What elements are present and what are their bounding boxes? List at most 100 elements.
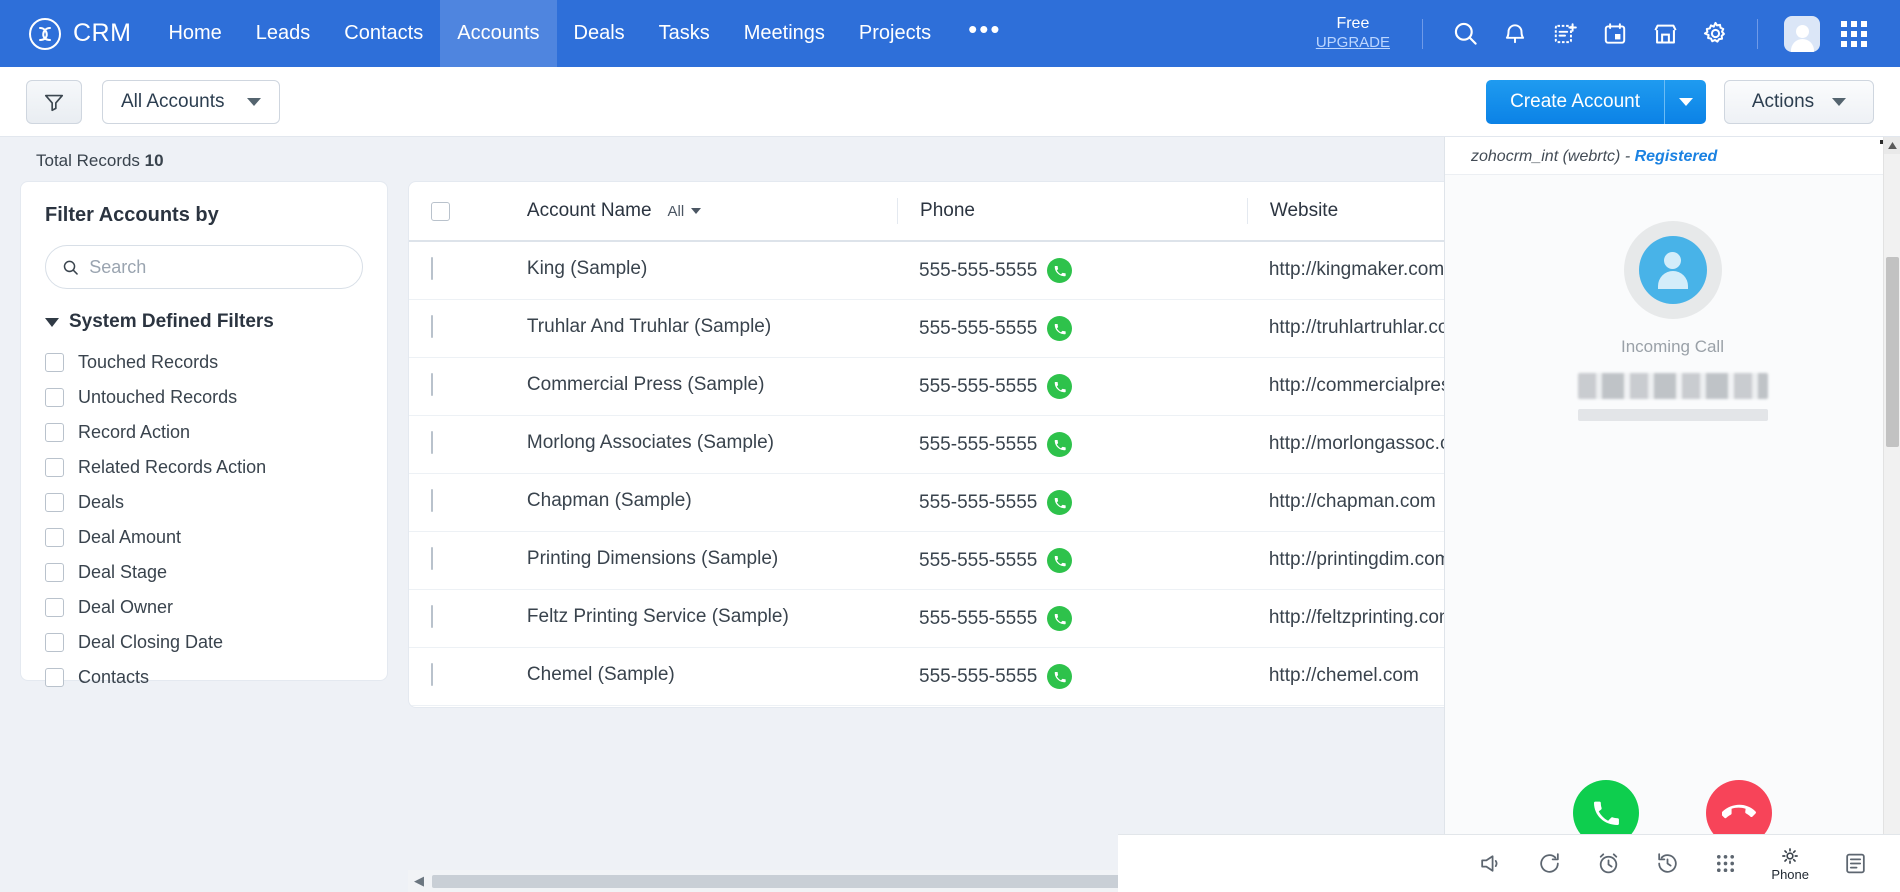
column-header-phone[interactable]: Phone [897,182,1247,242]
alarm-icon[interactable] [1596,851,1621,876]
nav-item-home[interactable]: Home [151,0,238,67]
marketplace-icon[interactable] [1641,10,1689,58]
funnel-icon[interactable] [26,79,82,124]
account-name-cell[interactable]: Chemel (Sample) [504,647,898,706]
filter-item[interactable]: Record Action [45,415,363,450]
account-name-cell[interactable]: Commercial Press (Sample) [504,357,898,416]
announcement-icon[interactable] [1478,851,1503,876]
account-name-cell[interactable]: Truhlar And Truhlar (Sample) [504,299,898,358]
filter-item[interactable]: Untouched Records [45,380,363,415]
call-button[interactable] [1047,316,1073,341]
filter-checkbox[interactable] [45,598,64,617]
brand-logo-group[interactable]: CRM [0,0,151,67]
call-button[interactable] [1047,664,1073,689]
account-name-cell[interactable]: Chapman (Sample) [504,473,898,532]
call-button[interactable] [1047,258,1073,283]
dialpad-icon[interactable] [1714,852,1737,875]
filter-checkbox[interactable] [45,668,64,687]
search-input[interactable] [89,256,346,278]
row-checkbox[interactable] [431,605,433,628]
filter-search[interactable] [45,245,363,289]
account-name-link[interactable]: Commercial Press (Sample) [505,374,897,396]
filter-checkbox[interactable] [45,458,64,477]
filter-item[interactable]: Deal Closing Date [45,625,363,660]
nav-item-leads[interactable]: Leads [239,0,328,67]
account-name-link[interactable]: Morlong Associates (Sample) [505,432,897,454]
account-name-link[interactable]: Chapman (Sample) [505,490,897,512]
column-header-account-name[interactable]: Account Name All [504,182,898,242]
view-selector[interactable]: All Accounts [102,79,280,124]
table-row[interactable]: Chapman (Sample) 555-555-5555 http://chapm… [409,473,1529,532]
nav-item-deals[interactable]: Deals [557,0,642,67]
row-checkbox[interactable] [431,547,433,570]
filter-checkbox[interactable] [45,388,64,407]
filter-item[interactable]: Deals [45,485,363,520]
row-checkbox[interactable] [431,489,433,512]
account-name-link[interactable]: King (Sample) [505,258,897,280]
softphone-scrollbar-thumb[interactable] [1886,257,1899,447]
note-add-icon[interactable] [1541,10,1589,58]
filter-item[interactable]: Related Records Action [45,450,363,485]
history-icon[interactable] [1655,851,1680,876]
table-row[interactable]: Truhlar And Truhlar (Sample) 555-555-5555… [409,299,1529,358]
account-name-cell[interactable]: Printing Dimensions (Sample) [504,531,898,590]
phone-settings-button[interactable]: Phone [1771,846,1809,882]
refresh-icon[interactable] [1537,851,1562,876]
avatar[interactable] [1784,15,1820,52]
account-name-link[interactable]: Truhlar And Truhlar (Sample) [505,316,897,338]
filter-checkbox[interactable] [45,528,64,547]
filter-checkbox[interactable] [45,633,64,652]
table-row[interactable]: Commercial Press (Sample) 555-555-5555 htt… [409,357,1529,416]
nav-item-meetings[interactable]: Meetings [727,0,842,67]
nav-item-accounts[interactable]: Accounts [440,0,557,67]
filter-item[interactable]: Touched Records [45,345,363,380]
nav-item-more[interactable]: ••• [948,0,1021,67]
account-name-cell[interactable]: Feltz Printing Service (Sample) [504,589,898,648]
row-checkbox[interactable] [431,373,433,396]
call-button[interactable] [1047,548,1073,573]
call-button[interactable] [1047,606,1073,631]
filter-item[interactable]: Deal Amount [45,520,363,555]
calendar-icon[interactable] [1591,10,1639,58]
filter-checkbox[interactable] [45,353,64,372]
nav-item-projects[interactable]: Projects [842,0,948,67]
system-defined-filters-header[interactable]: System Defined Filters [45,311,363,333]
account-name-link[interactable]: Feltz Printing Service (Sample) [505,606,897,628]
table-row[interactable]: Morlong Associates (Sample) 555-555-5555 h… [409,415,1529,474]
row-checkbox[interactable] [431,663,433,686]
account-name-link[interactable]: Printing Dimensions (Sample) [505,548,897,570]
create-account-button[interactable]: Create Account [1486,79,1664,124]
call-button[interactable] [1047,490,1073,515]
scroll-left-arrow[interactable]: ◀ [408,873,430,889]
scroll-up-arrow[interactable] [1884,137,1900,154]
table-row[interactable]: Printing Dimensions (Sample) 555-555-5555… [409,531,1529,590]
call-button[interactable] [1047,432,1073,457]
table-row[interactable]: King (Sample) 555-555-5555 http://kingmake… [409,241,1529,300]
account-name-link[interactable]: Chemel (Sample) [505,664,897,686]
app-grid-icon[interactable] [1830,10,1878,58]
account-name-scope-dropdown[interactable]: All [668,203,702,220]
gear-icon[interactable] [1691,10,1739,58]
filter-item[interactable]: Contacts [45,660,363,695]
filter-checkbox[interactable] [45,493,64,512]
nav-item-contacts[interactable]: Contacts [327,0,440,67]
filter-checkbox[interactable] [45,423,64,442]
filter-checkbox[interactable] [45,563,64,582]
account-name-cell[interactable]: Morlong Associates (Sample) [504,415,898,474]
filter-item[interactable]: Deal Stage [45,555,363,590]
row-checkbox[interactable] [431,315,433,338]
bell-icon[interactable] [1491,10,1539,58]
notes-icon[interactable] [1843,851,1868,876]
create-account-dropdown-button[interactable] [1664,79,1706,124]
account-name-cell[interactable]: King (Sample) [504,241,898,300]
table-row[interactable]: Feltz Printing Service (Sample) 555-555-5… [409,589,1529,648]
select-all-checkbox[interactable] [431,201,450,221]
table-row[interactable]: Chemel (Sample) 555-555-5555 http://chemel… [409,647,1529,706]
upgrade-link[interactable]: UPGRADE [1316,34,1390,53]
actions-button[interactable]: Actions [1724,79,1874,124]
filter-item[interactable]: Deal Owner [45,590,363,625]
row-checkbox[interactable] [431,431,433,454]
call-button[interactable] [1047,374,1073,399]
row-checkbox[interactable] [431,257,433,280]
search-icon[interactable] [1441,10,1489,58]
